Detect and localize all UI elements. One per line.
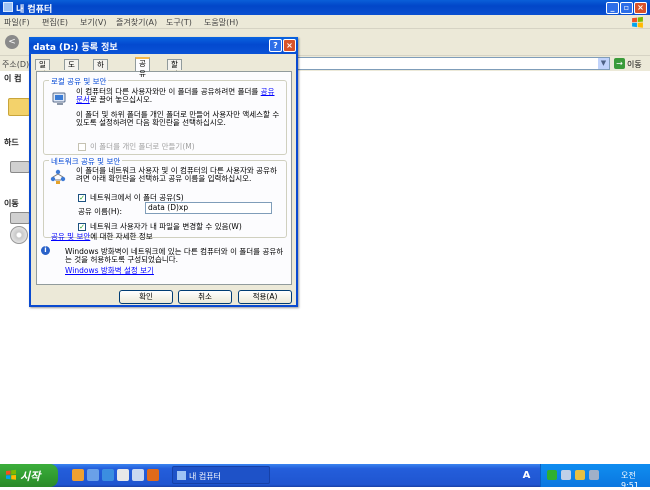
menu-bar: 파일(F) 편집(E) 보기(V) 즐겨찾기(A) 도구(T) 도움말(H): [0, 15, 650, 29]
ok-button[interactable]: 확인: [119, 290, 173, 304]
close-button[interactable]: ×: [634, 2, 647, 14]
dialog-title: data (D:) 등록 정보: [33, 43, 118, 53]
sharing-tab-panel: 로컬 공유 및 보안 이 컴퓨터의 다른 사용자와만 이 폴더를 공유하려면 폴…: [36, 71, 292, 285]
share-on-network-checkbox[interactable]: ✓: [78, 194, 86, 202]
computer-icon: [52, 92, 66, 105]
start-button[interactable]: 시작: [0, 464, 58, 487]
cancel-button[interactable]: 취소: [178, 290, 232, 304]
menu-favorites[interactable]: 즐겨찾기(A): [116, 17, 157, 28]
sharing-info-tail: 에 대한 자세한 정보: [90, 232, 153, 241]
dialog-titlebar: data (D:) 등록 정보 ? ×: [29, 37, 298, 54]
quicklaunch-media-icon[interactable]: [147, 469, 159, 481]
quicklaunch-ie-icon[interactable]: [102, 469, 114, 481]
quicklaunch-notepad-icon[interactable]: [117, 469, 129, 481]
drive-icon[interactable]: [10, 161, 30, 173]
side-label-removable: 이동: [4, 199, 19, 208]
allow-change-checkbox[interactable]: ✓: [78, 223, 86, 231]
sharing-security-link[interactable]: 공유 및 보안: [51, 232, 90, 241]
apply-button[interactable]: 적용(A): [238, 290, 292, 304]
maximize-button[interactable]: ▫: [620, 2, 633, 14]
drive-icon[interactable]: [10, 212, 30, 224]
quicklaunch-firefox-icon[interactable]: [72, 469, 84, 481]
share-users-icon: [50, 169, 66, 184]
window-title: 내 컴퓨터: [16, 5, 53, 15]
address-label: 주소(D): [2, 60, 30, 69]
share-on-network-label[interactable]: 네트워크에서 이 폴더 공유(S): [90, 194, 184, 202]
tray-network-icon[interactable]: [561, 470, 571, 480]
computer-icon: [177, 471, 186, 480]
private-folder-label[interactable]: 이 폴더를 개인 폴더로 만들기(M): [90, 143, 195, 151]
ime-indicator[interactable]: A: [519, 468, 534, 483]
system-tray: 오전 9:51: [540, 464, 650, 490]
windows-flag-icon: [632, 16, 643, 28]
quicklaunch-app-icon[interactable]: [87, 469, 99, 481]
local-text-tail: 로 끌어 놓으십시오.: [89, 95, 153, 104]
menu-edit[interactable]: 편집(E): [42, 17, 68, 28]
firewall-link-text[interactable]: Windows 방화벽 설정 보기: [65, 266, 154, 275]
go-button[interactable]: 이동: [627, 59, 642, 70]
menu-view[interactable]: 보기(V): [80, 17, 106, 28]
menu-tools[interactable]: 도구(T): [166, 17, 192, 28]
explorer-titlebar: 내 컴퓨터 _ ▫ ×: [0, 0, 650, 15]
go-arrow-icon[interactable]: →: [614, 58, 625, 69]
chevron-down-icon[interactable]: ▼: [598, 58, 609, 69]
taskbar-item-label: 내 컴퓨터: [189, 472, 221, 481]
private-folder-checkbox[interactable]: [78, 143, 86, 151]
dialog-close-button[interactable]: ×: [283, 39, 296, 52]
tray-sound-icon[interactable]: [575, 470, 585, 480]
tab-quota[interactable]: 할당량: [167, 59, 182, 89]
tray-security-icon[interactable]: [547, 470, 557, 480]
minimize-button[interactable]: _: [606, 2, 619, 14]
tab-hardware[interactable]: 하드웨어: [93, 59, 108, 99]
taskbar-item-my-computer[interactable]: 내 컴퓨터: [172, 466, 270, 484]
folder-icon[interactable]: [8, 98, 30, 116]
firewall-text: Windows 방화벽이 네트워크에 있는 다른 컴퓨터와 이 폴더를 공유하는…: [65, 247, 284, 264]
help-button[interactable]: ?: [269, 39, 282, 52]
allow-change-label[interactable]: 네트워크 사용자가 내 파일을 변경할 수 있음(W): [90, 223, 242, 231]
tab-general[interactable]: 일반: [35, 59, 50, 79]
back-button[interactable]: <: [5, 35, 19, 49]
tab-sharing[interactable]: 공유: [135, 57, 150, 78]
network-sharing-text: 이 폴더를 네트워크 사용자 및 이 컴퓨터의 다른 사용자와 공유하려면 아래…: [76, 166, 277, 183]
share-name-input[interactable]: data (D)xp: [145, 202, 272, 214]
network-sharing-group: 네트워크 공유 및 보안 이 폴더를 네트워크 사용자 및 이 컴퓨터의 다른 …: [43, 156, 287, 238]
local-sharing-title: 로컬 공유 및 보안: [49, 76, 109, 87]
properties-dialog: data (D:) 등록 정보 ? × 일반 도구 하드웨어 공유 할당량 로컬…: [29, 37, 298, 307]
side-label-hard-disks: 하드: [4, 138, 19, 147]
start-label: 시작: [20, 470, 41, 483]
tray-app-icon[interactable]: [589, 470, 599, 480]
menu-help[interactable]: 도움말(H): [204, 17, 238, 28]
tab-tools[interactable]: 도구: [64, 59, 79, 79]
clock[interactable]: 오전 9:51: [621, 470, 650, 490]
quicklaunch-desktop-icon[interactable]: [132, 469, 144, 481]
side-label-my-computer: 이 컴: [4, 74, 22, 83]
taskbar: 시작 내 컴퓨터 A 오전 9:51: [0, 464, 650, 490]
local-sharing-group: 로컬 공유 및 보안 이 컴퓨터의 다른 사용자와만 이 폴더를 공유하려면 폴…: [43, 76, 287, 155]
windows-flag-icon: [6, 469, 16, 480]
menu-file[interactable]: 파일(F): [4, 17, 30, 28]
firewall-settings-link[interactable]: Windows 방화벽 설정 보기: [65, 267, 154, 275]
sharing-info-line: 공유 및 보안에 대한 자세한 정보: [51, 233, 153, 241]
info-icon: i: [41, 246, 50, 255]
share-name-label: 공유 이름(H):: [78, 207, 123, 216]
private-folder-text: 이 폴더 및 하위 폴더를 개인 폴더로 만들어 사용자만 액세스할 수 있도록…: [76, 110, 280, 127]
cd-drive-icon[interactable]: [10, 226, 28, 244]
computer-icon: [3, 2, 13, 12]
local-sharing-text: 이 컴퓨터의 다른 사용자와만 이 폴더를 공유하려면 폴더를 공유 문서로 끌…: [76, 88, 282, 104]
